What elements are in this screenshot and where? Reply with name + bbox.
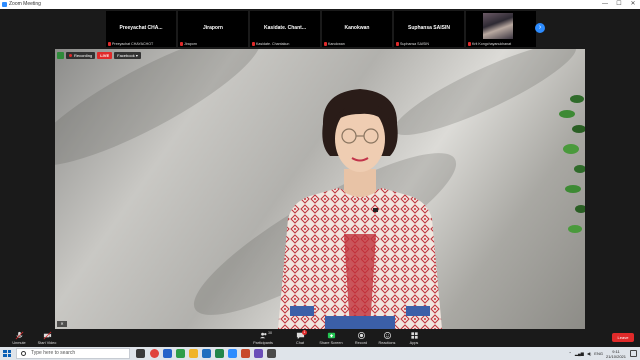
- zoom-taskbar-icon[interactable]: [228, 349, 237, 358]
- muted-mic-icon: [324, 42, 327, 46]
- participant-label: Suphansa SAISIN: [396, 42, 429, 46]
- next-page-button[interactable]: ›: [535, 23, 545, 33]
- zoom-window: Zoom Meeting — ☐ ✕ Preeyachat CHA... Pre…: [0, 0, 640, 360]
- muted-mic-icon: [252, 42, 255, 46]
- chat-button[interactable]: 1 Chat: [283, 330, 317, 346]
- app-icon[interactable]: [267, 349, 276, 358]
- participant-label: Krit Kongchayanukhanat: [468, 42, 511, 46]
- chat-unread-badge: 1: [302, 330, 307, 335]
- participant-tile[interactable]: Jiraporn Jiraporn: [178, 11, 248, 47]
- muted-mic-icon: [108, 42, 111, 46]
- search-icon: [21, 351, 26, 356]
- participant-tile[interactable]: Kanokwan Kanokwan: [322, 11, 392, 47]
- participant-label: Preeyachat CHAYACHOT: [108, 42, 153, 46]
- clock[interactable]: 9:11 21/10/2021: [606, 349, 626, 359]
- chrome-icon[interactable]: [150, 349, 159, 358]
- language-indicator[interactable]: ENG: [594, 351, 603, 356]
- window-title: Zoom Meeting: [9, 1, 41, 7]
- meeting-control-bar: Unmute Start Video 38 Participants 1 Cha…: [0, 329, 640, 347]
- taskbar-search-input[interactable]: Type here to search: [16, 348, 130, 359]
- participant-name: Suphansa SAISIN: [408, 25, 450, 31]
- participant-name: Kasidate. Chant...: [264, 25, 306, 31]
- apps-label: Apps: [409, 341, 419, 345]
- participant-tile[interactable]: Krit Kongchayanukhanat: [466, 11, 536, 47]
- teams-icon[interactable]: [254, 349, 263, 358]
- muted-mic-icon: [396, 42, 399, 46]
- recording-indicator[interactable]: Recording: [66, 51, 96, 59]
- apps-icon: [397, 331, 431, 340]
- participant-tile[interactable]: Preeyachat CHA... Preeyachat CHAYACHOT: [106, 11, 176, 47]
- plant-leaves: [559, 95, 585, 233]
- live-target-dropdown[interactable]: Facebook ▾: [114, 51, 141, 59]
- speaker-muted-mic-icon: ✕: [57, 321, 67, 327]
- participant-tile[interactable]: Kasidate. Chant... Kasidate. Chantakun: [250, 11, 320, 47]
- chevron-up-icon[interactable]: ⌃: [569, 351, 572, 356]
- presenter: [278, 89, 442, 329]
- notification-icon[interactable]: [630, 350, 637, 357]
- leave-button[interactable]: Leave: [612, 333, 634, 342]
- participant-label: Kasidate. Chantakun: [252, 42, 289, 46]
- video-off-icon: [30, 331, 64, 340]
- start-video-label: Start Video: [37, 341, 57, 345]
- participant-tile[interactable]: Suphansa SAISIN Suphansa SAISIN: [394, 11, 464, 47]
- participant-label: Jiraporn: [180, 42, 197, 46]
- live-badge: LIVE: [97, 51, 113, 59]
- windows-start-icon[interactable]: [2, 349, 12, 358]
- chat-icon: [283, 331, 317, 340]
- muted-mic-icon: [468, 42, 471, 46]
- search-placeholder: Type here to search: [31, 350, 76, 356]
- file-explorer-icon[interactable]: [189, 349, 198, 358]
- participant-name: Jiraporn: [202, 25, 223, 31]
- volume-icon[interactable]: ◀): [587, 351, 591, 356]
- share-screen-label: Share Screen: [319, 341, 343, 345]
- chevron-down-icon: ▾: [135, 52, 138, 58]
- network-icon[interactable]: ▂▄▆: [575, 351, 584, 356]
- participants-label: Participants: [253, 341, 273, 345]
- active-speaker-video: Recording LIVE Facebook ▾ ✕: [55, 49, 585, 329]
- share-screen-icon: [314, 331, 348, 340]
- participant-name: Preeyachat CHA...: [119, 25, 163, 31]
- system-tray: ⌃ ▂▄▆ ◀) ENG 9:11 21/10/2021: [569, 347, 626, 360]
- recording-dot-icon: [69, 53, 72, 57]
- participants-count: 38: [268, 331, 272, 335]
- participant-strip: Preeyachat CHA... Preeyachat CHAYACHOT J…: [0, 9, 640, 49]
- start-video-button[interactable]: Start Video: [30, 330, 64, 346]
- zoom-app-icon: [2, 2, 7, 7]
- task-view-icon[interactable]: [136, 349, 145, 358]
- chat-label: Chat: [295, 341, 305, 345]
- muted-mic-icon: [180, 42, 183, 46]
- wall-shadow: [55, 49, 274, 187]
- windows-taskbar: Type here to search ⌃ ▂▄▆ ◀) ENG 9:11 21…: [0, 347, 640, 360]
- word-icon[interactable]: [202, 349, 211, 358]
- edge-icon[interactable]: [163, 349, 172, 358]
- participants-button[interactable]: 38 Participants: [246, 330, 280, 346]
- security-shield-icon[interactable]: [57, 51, 64, 59]
- participant-photo: [483, 13, 513, 39]
- line-icon[interactable]: [176, 349, 185, 358]
- meeting-status-bar: Recording LIVE Facebook ▾: [57, 51, 141, 59]
- participant-label: Kanokwan: [324, 42, 345, 46]
- excel-icon[interactable]: [215, 349, 224, 358]
- title-bar: Zoom Meeting — ☐ ✕: [0, 0, 640, 9]
- share-screen-button[interactable]: Share Screen: [314, 330, 348, 346]
- participants-icon: [246, 331, 280, 340]
- maximize-button[interactable]: ☐: [612, 0, 626, 9]
- minimize-button[interactable]: —: [598, 0, 612, 9]
- apps-button[interactable]: Apps: [397, 330, 431, 346]
- clock-date: 21/10/2021: [605, 353, 626, 359]
- participant-name: Kanokwan: [344, 25, 370, 31]
- close-button[interactable]: ✕: [626, 0, 640, 9]
- powerpoint-icon[interactable]: [241, 349, 250, 358]
- live-target-label: Facebook: [117, 52, 135, 58]
- recording-label: Recording: [74, 52, 93, 58]
